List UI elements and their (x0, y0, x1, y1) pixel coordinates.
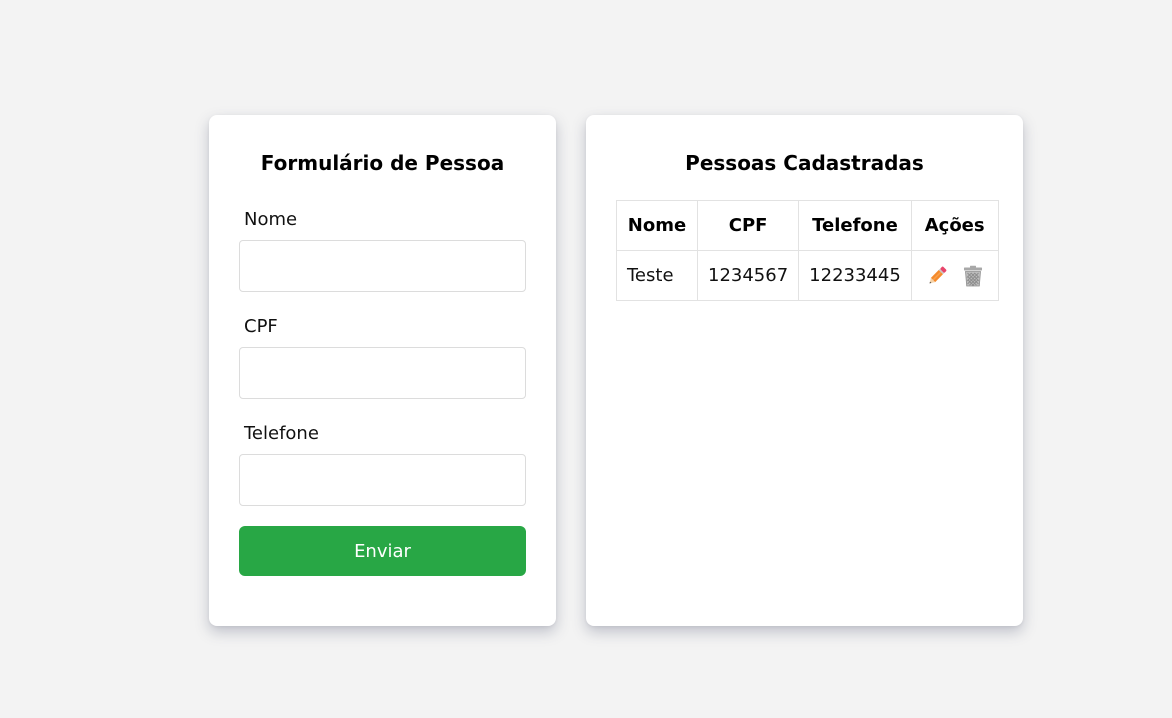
submit-button[interactable]: Enviar (239, 526, 526, 576)
column-header-cpf: CPF (696, 200, 800, 251)
edit-button[interactable] (925, 264, 949, 288)
column-header-nome: Nome (616, 200, 698, 251)
people-list-card: Pessoas Cadastradas Nome CPF Telefone Aç… (586, 115, 1023, 626)
table-header-row: Nome CPF Telefone Ações (616, 200, 999, 251)
cell-acoes (910, 250, 999, 301)
column-header-telefone: Telefone (798, 200, 912, 251)
cell-cpf: 1234567 (696, 250, 800, 301)
form-title: Formulário de Pessoa (260, 151, 505, 175)
pencil-icon (929, 266, 947, 283)
cpf-input[interactable] (239, 347, 526, 399)
cell-telefone: 12233445 (798, 250, 912, 301)
cell-nome: Teste (616, 250, 698, 301)
list-title: Pessoas Cadastradas (685, 151, 924, 175)
trash-icon (963, 265, 982, 286)
nome-input[interactable] (239, 240, 526, 292)
delete-button[interactable] (961, 264, 985, 288)
column-header-acoes: Ações (910, 200, 999, 251)
telefone-input[interactable] (239, 454, 526, 506)
nome-label: Nome (244, 209, 298, 230)
table-row: Teste 1234567 12233445 (616, 250, 999, 301)
cpf-label: CPF (244, 316, 278, 337)
person-form-card: Formulário de Pessoa Nome CPF Telefone E… (209, 115, 556, 626)
telefone-label: Telefone (244, 423, 319, 444)
people-table: Nome CPF Telefone Ações Teste 1234567 12… (616, 200, 999, 301)
